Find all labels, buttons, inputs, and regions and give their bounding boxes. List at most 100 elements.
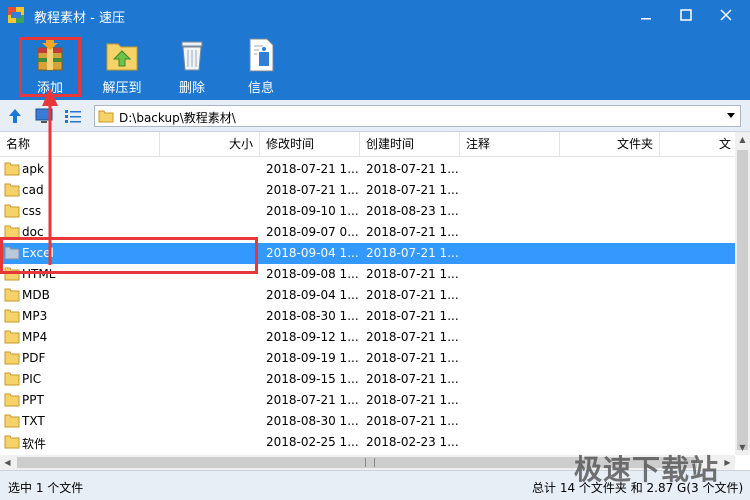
maximize-icon [680, 9, 692, 21]
folder-icon [4, 309, 20, 323]
list-item[interactable]: css 2018-09-10 1... 2018-08-23 1... [0, 201, 735, 222]
file-modified: 2018-07-21 1... [266, 183, 359, 197]
delete-label: 删除 [178, 81, 205, 96]
file-modified: 2018-09-15 1... [266, 372, 359, 386]
folder-icon [4, 393, 20, 407]
file-created: 2018-08-23 1... [366, 204, 459, 218]
file-created: 2018-07-21 1... [366, 393, 459, 407]
info-document-icon [249, 38, 274, 72]
list-item[interactable]: PDF 2018-09-19 1... 2018-07-21 1... [0, 348, 735, 369]
file-created: 2018-07-21 1... [366, 267, 459, 281]
trash-icon [181, 41, 203, 71]
folder-icon [4, 204, 20, 218]
file-name: css [22, 204, 42, 218]
info-label: 信息 [247, 81, 274, 96]
file-name: PIC [22, 372, 42, 386]
column-modified[interactable]: 修改时间 [260, 132, 360, 157]
scroll-up-icon[interactable]: ▲ [735, 132, 750, 147]
file-modified: 2018-02-25 1... [266, 435, 359, 449]
file-name: PDF [22, 351, 46, 365]
list-item[interactable]: PIC 2018-09-15 1... 2018-07-21 1... [0, 369, 735, 390]
folder-icon [4, 435, 20, 449]
column-size[interactable]: 大小 [160, 132, 260, 157]
excel-row-annotation-box [0, 237, 258, 274]
file-name: MP4 [22, 330, 48, 344]
folder-icon [4, 162, 20, 176]
file-name: TXT [22, 414, 45, 428]
list-item[interactable]: TXT 2018-08-30 1... 2018-07-21 1... [0, 411, 735, 432]
file-created: 2018-07-21 1... [366, 246, 459, 260]
file-name: MP3 [22, 309, 48, 323]
file-modified: 2018-09-19 1... [266, 351, 359, 365]
title-bar: 教程素材 - 速压 [0, 0, 750, 30]
file-modified: 2018-07-21 1... [266, 162, 359, 176]
extract-to-button[interactable]: 解压到 [90, 30, 154, 100]
scroll-right-icon[interactable]: ▶ [720, 455, 735, 470]
column-name[interactable]: 名称 [0, 132, 160, 157]
file-name: PPT [22, 393, 44, 407]
column-folder[interactable]: 文件夹 [560, 132, 660, 157]
list-item[interactable]: MDB 2018-09-04 1... 2018-07-21 1... [0, 285, 735, 306]
scroll-grip-icon [365, 458, 375, 467]
folder-icon [4, 372, 20, 386]
folder-icon [4, 288, 20, 302]
app-logo-icon [8, 7, 24, 23]
vertical-scroll-thumb[interactable] [737, 150, 748, 450]
status-selection: 选中 1 个文件 [8, 481, 84, 495]
file-name: 软件 [22, 437, 47, 451]
file-modified: 2018-07-21 1... [266, 393, 359, 407]
up-arrow-icon[interactable] [5, 106, 25, 126]
close-button[interactable] [708, 0, 744, 30]
file-created: 2018-02-23 1... [366, 435, 459, 449]
delete-button[interactable]: 删除 [160, 30, 224, 100]
list-item[interactable]: MP3 2018-08-30 1... 2018-07-21 1... [0, 306, 735, 327]
column-comment[interactable]: 注释 [460, 132, 560, 157]
extract-to-label: 解压到 [102, 81, 142, 96]
file-modified: 2018-09-04 1... [266, 288, 359, 302]
folder-icon [4, 351, 20, 365]
file-created: 2018-07-21 1... [366, 309, 459, 323]
file-created: 2018-07-21 1... [366, 330, 459, 344]
folder-icon [98, 110, 114, 123]
file-created: 2018-07-21 1... [366, 183, 459, 197]
file-created: 2018-07-21 1... [366, 372, 459, 386]
file-modified: 2018-08-30 1... [266, 309, 359, 323]
file-modified: 2018-09-12 1... [266, 330, 359, 344]
file-modified: 2018-09-04 1... [266, 246, 359, 260]
maximize-button[interactable] [668, 0, 704, 30]
vertical-scrollbar[interactable]: ▲ ▼ [735, 132, 750, 455]
column-created[interactable]: 创建时间 [360, 132, 460, 157]
minimize-icon [641, 18, 651, 20]
file-created: 2018-07-21 1... [366, 288, 459, 302]
file-name: MDB [22, 288, 50, 302]
column-extra[interactable]: 文 [660, 132, 735, 157]
minimize-button[interactable] [628, 0, 664, 30]
path-dropdown-button[interactable] [724, 106, 738, 126]
file-list: apk 2018-07-21 1... 2018-07-21 1... cad … [0, 159, 735, 455]
file-modified: 2018-09-08 1... [266, 267, 359, 281]
folder-icon [4, 330, 20, 344]
list-item[interactable]: PPT 2018-07-21 1... 2018-07-21 1... [0, 390, 735, 411]
file-modified: 2018-09-07 0... [266, 225, 359, 239]
file-modified: 2018-09-10 1... [266, 204, 359, 218]
window-title: 教程素材 - 速压 [34, 11, 125, 26]
folder-icon [4, 183, 20, 197]
address-bar: D:\backup\教程素材\ [0, 100, 750, 132]
scroll-left-icon[interactable]: ◀ [0, 455, 15, 470]
close-icon [720, 9, 732, 21]
chevron-down-icon [727, 113, 735, 118]
folder-icon [4, 414, 20, 428]
list-item[interactable]: cad 2018-07-21 1... 2018-07-21 1... [0, 180, 735, 201]
file-created: 2018-07-21 1... [366, 225, 459, 239]
column-header: 名称 大小 修改时间 创建时间 注释 文件夹 文 [0, 132, 735, 157]
path-text: D:\backup\教程素材\ [119, 111, 236, 125]
file-created: 2018-07-21 1... [366, 162, 459, 176]
annotation-arrow-icon [42, 88, 58, 265]
list-item[interactable]: apk 2018-07-21 1... 2018-07-21 1... [0, 159, 735, 180]
toolbar: 添加 解压到 删除 信息 [0, 30, 750, 100]
list-item[interactable]: MP4 2018-09-12 1... 2018-07-21 1... [0, 327, 735, 348]
watermark-logo: 极速下载站 [574, 453, 720, 486]
scroll-down-icon[interactable]: ▼ [735, 440, 750, 455]
info-button[interactable]: 信息 [229, 30, 293, 100]
path-input[interactable]: D:\backup\教程素材\ [94, 105, 741, 127]
